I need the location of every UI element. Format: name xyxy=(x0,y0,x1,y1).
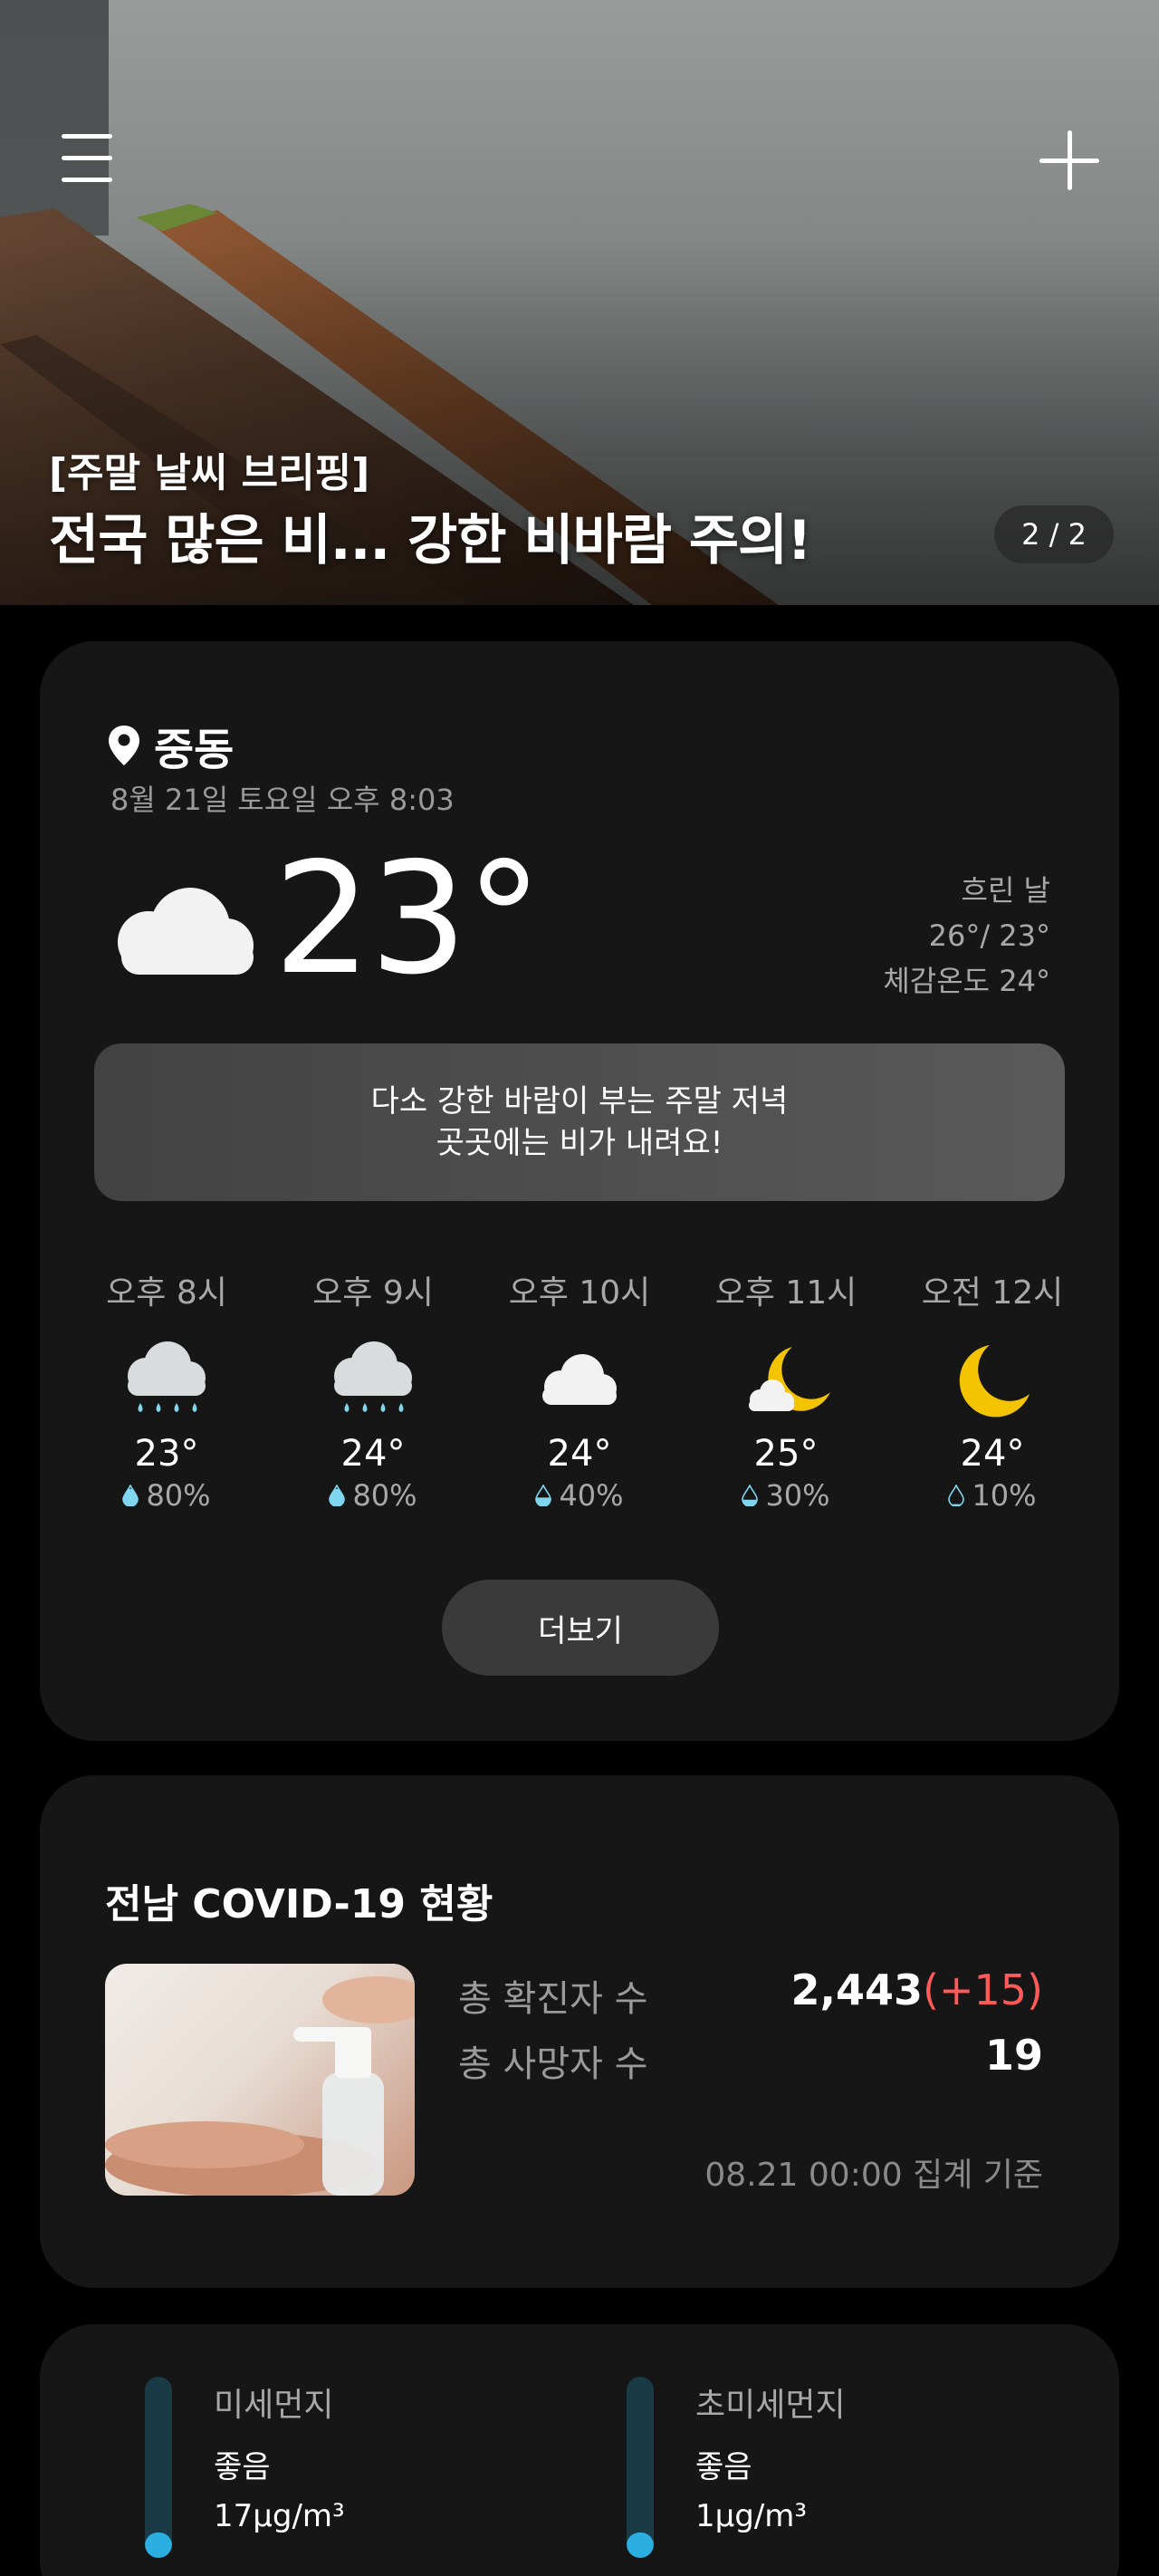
moon-icon xyxy=(938,1335,1047,1426)
confirmed-value: 2,443 xyxy=(790,1966,924,2014)
confirmed-delta: (+15) xyxy=(923,1966,1043,2014)
fine-dust-grade: 좋음 xyxy=(695,2449,752,2485)
hero-subtitle: [주말 날씨 브리핑] xyxy=(49,450,370,496)
menu-icon[interactable] xyxy=(62,134,116,183)
hourly-time: 오후 11시 xyxy=(714,1274,857,1312)
weather-card: 중동 8월 21일 토요일 오후 8:03 23° 흐린 날 26°/ 23° … xyxy=(40,641,1119,1741)
dust-grade: 좋음 xyxy=(214,2449,271,2485)
weather-message-line1: 다소 강한 바람이 부는 주말 저녁 xyxy=(370,1083,789,1120)
location-pin-icon xyxy=(109,726,139,765)
hourly-item: 오후 8시 23° 80% xyxy=(76,1266,257,1513)
feels-like-temp: 체감온도 24° xyxy=(883,964,1050,998)
raindrop-icon xyxy=(329,1485,346,1506)
hourly-forecast: 오후 8시 23° 80% 오후 9시 24° 80% 오후 10시 24° 4… xyxy=(76,1266,1083,1513)
dust-level-bar xyxy=(627,2377,654,2558)
raindrop-icon xyxy=(535,1485,552,1506)
hand-sanitizer-image xyxy=(105,1964,415,2196)
raindrop-icon xyxy=(122,1485,139,1506)
dust-level-bar xyxy=(145,2377,172,2558)
fine-dust-value: 1μg/m³ xyxy=(695,2498,808,2534)
rain-cloud-icon xyxy=(112,1335,221,1426)
covid-title: 전남 COVID-19 현황 xyxy=(105,1881,493,1927)
dust-label: 미세먼지 xyxy=(214,2387,334,2424)
hero-title: 전국 많은 비... 강한 비바람 주의! xyxy=(49,509,812,572)
hourly-rain-value: 80% xyxy=(352,1478,417,1513)
dust-level-fill xyxy=(145,2533,172,2558)
dust-level-fill xyxy=(627,2533,654,2558)
hourly-rain-value: 30% xyxy=(765,1478,830,1513)
weather-message: 다소 강한 바람이 부는 주말 저녁 곳곳에는 비가 내려요! xyxy=(94,1043,1065,1201)
hourly-temp: 24° xyxy=(547,1433,612,1475)
high-low-temp: 26°/ 23° xyxy=(928,918,1050,953)
moon-cloud-icon xyxy=(732,1335,840,1426)
hourly-item: 오후 11시 25° 30% xyxy=(695,1266,876,1513)
hourly-rain: 80% xyxy=(122,1478,211,1513)
cloud-icon xyxy=(525,1335,634,1426)
raindrop-icon xyxy=(948,1485,965,1506)
hourly-rain: 80% xyxy=(329,1478,417,1513)
hourly-item: 오후 9시 24° 80% xyxy=(283,1266,464,1513)
hourly-temp: 25° xyxy=(753,1433,819,1475)
hourly-temp: 23° xyxy=(134,1433,199,1475)
hero-banner[interactable]: [주말 날씨 브리핑] 전국 많은 비... 강한 비바람 주의! 2 / 2 xyxy=(0,0,1159,605)
cloud-icon xyxy=(118,888,254,975)
hero-pager: 2 / 2 xyxy=(994,505,1114,563)
hourly-item: 오후 10시 24° 40% xyxy=(489,1266,670,1513)
hourly-rain-value: 80% xyxy=(146,1478,211,1513)
dust-value: 17μg/m³ xyxy=(214,2498,345,2534)
hourly-time: 오후 8시 xyxy=(106,1274,227,1312)
condition-summary: 흐린 날 26°/ 23° 체감온도 24° xyxy=(883,868,1050,1004)
rain-cloud-icon xyxy=(319,1335,427,1426)
current-temperature: 23° xyxy=(273,830,542,1009)
confirmed-count: 2,443(+15) xyxy=(791,1966,1043,2014)
fine-dust-label: 초미세먼지 xyxy=(695,2387,846,2424)
hourly-temp: 24° xyxy=(340,1433,406,1475)
current-datetime: 8월 21일 토요일 오후 8:03 xyxy=(110,783,455,817)
more-button[interactable]: 더보기 xyxy=(442,1580,719,1676)
hourly-rain: 40% xyxy=(535,1478,624,1513)
confirmed-label: 총 확진자 수 xyxy=(458,1978,648,2020)
hourly-time: 오후 9시 xyxy=(312,1274,434,1312)
location-row[interactable]: 중동 xyxy=(109,714,234,777)
hourly-rain-value: 40% xyxy=(559,1478,624,1513)
air-quality-card[interactable]: 미세먼지 좋음 17μg/m³ 초미세먼지 좋음 1μg/m³ xyxy=(40,2324,1119,2576)
hourly-rain-value: 10% xyxy=(972,1478,1037,1513)
condition-text: 흐린 날 xyxy=(961,873,1051,908)
raindrop-icon xyxy=(742,1485,759,1506)
hourly-item: 오전 12시 24° 10% xyxy=(902,1266,1083,1513)
hourly-temp: 24° xyxy=(960,1433,1025,1475)
covid-card[interactable]: 전남 COVID-19 현황 총 확진자 수 2,443(+15) 총 사망자 … xyxy=(40,1775,1119,2288)
weather-message-line2: 곳곳에는 비가 내려요! xyxy=(436,1125,723,1161)
location-name: 중동 xyxy=(154,725,235,775)
hourly-time: 오후 10시 xyxy=(508,1274,651,1312)
deaths-label: 총 사망자 수 xyxy=(458,2043,648,2085)
hourly-time: 오전 12시 xyxy=(921,1274,1064,1312)
add-icon[interactable] xyxy=(1039,130,1099,190)
hourly-rain: 10% xyxy=(948,1478,1037,1513)
hourly-rain: 30% xyxy=(742,1478,830,1513)
covid-timestamp: 08.21 00:00 집계 기준 xyxy=(704,2157,1043,2194)
deaths-value: 19 xyxy=(984,2031,1043,2080)
